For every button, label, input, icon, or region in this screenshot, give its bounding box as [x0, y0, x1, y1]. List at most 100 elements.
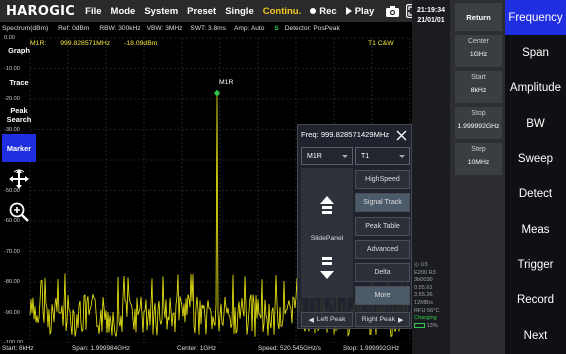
- menu-trigger[interactable]: Trigger: [505, 247, 566, 282]
- trace-button[interactable]: Trace: [2, 70, 36, 94]
- menu-continuous[interactable]: Continu.: [263, 6, 302, 17]
- record-dot-icon: [310, 7, 317, 14]
- marker-diamond[interactable]: [214, 89, 220, 97]
- marker-readout-level: -18.09dBm: [124, 40, 158, 47]
- advanced-button[interactable]: Advanced: [355, 240, 410, 259]
- menu-sweep[interactable]: Sweep: [505, 141, 566, 176]
- close-icon[interactable]: [396, 128, 407, 141]
- frequency-status-bar: Start: 8kHz Span: 1.999984GHz Center: 1G…: [0, 343, 412, 354]
- record-label: Rec: [319, 5, 337, 17]
- status-line: E200 R3: [414, 269, 436, 276]
- return-button[interactable]: Return: [455, 3, 502, 31]
- menu-mode[interactable]: Mode: [111, 6, 136, 17]
- sweep-speed: Speed: 520.545GHz/s: [258, 345, 321, 352]
- peak-search-button[interactable]: Peak Search: [2, 101, 36, 129]
- more-button[interactable]: More: [355, 286, 410, 305]
- clock-time: 21:19:34: [416, 7, 446, 14]
- softkey-title: Start: [471, 74, 486, 81]
- chevron-down-icon: [399, 155, 405, 158]
- trace-badge[interactable]: T1 C&W: [368, 40, 394, 47]
- popup-frequency-title: Freq: 999.828571429MHz: [301, 130, 390, 139]
- right-peak-label: Right Peak: [361, 316, 395, 323]
- y-axis-label: -80.00: [4, 279, 20, 285]
- center-frequency: Center: 1GHz: [177, 345, 217, 352]
- marker-button[interactable]: Marker: [2, 134, 36, 162]
- softkey-title: Stop: [471, 110, 486, 117]
- detector-mode[interactable]: Detector: PosPeak: [285, 25, 340, 32]
- softkey-value: 1.999992GHz: [457, 123, 500, 130]
- arrow-down-icon[interactable]: [319, 257, 335, 279]
- move-icon[interactable]: [2, 166, 36, 192]
- menu-amplitude[interactable]: Amplitude: [505, 70, 566, 105]
- graph-button[interactable]: Graph: [2, 38, 36, 62]
- softkey-stop[interactable]: Stop 1.999992GHz: [455, 107, 502, 139]
- peak-table-button[interactable]: Peak Table: [355, 217, 410, 236]
- status-line: Charging: [414, 315, 437, 322]
- marker-readout-freq: 999.828571MHz: [60, 40, 111, 47]
- status-line: 3b0030: [414, 277, 433, 284]
- softkey-step[interactable]: Step 10MHz: [455, 143, 502, 175]
- chevron-down-icon: [342, 155, 348, 158]
- spectrum-info-row: Spectrum(dBm) Ref: 0dBm RBW: 300kHz VBW:…: [0, 22, 412, 35]
- right-triangle-icon: ▶: [398, 316, 404, 324]
- status-line: RFU 56°C: [414, 307, 440, 314]
- status-line: 12MB/s: [414, 299, 433, 306]
- marker-select-value: M1R: [307, 152, 322, 160]
- menu-detect[interactable]: Detect: [505, 176, 566, 211]
- record-button[interactable]: Rec: [310, 5, 337, 17]
- highspeed-button[interactable]: HighSpeed: [355, 170, 410, 189]
- menu-span[interactable]: Span: [505, 35, 566, 70]
- device-status-info: ◎ U3 E200 R3 3b0030 0.55.61 3.55.26 12MB…: [414, 262, 440, 330]
- softkey-start[interactable]: Start 8kHz: [455, 71, 502, 103]
- marker-select[interactable]: M1R: [301, 147, 353, 165]
- arrow-up-icon[interactable]: [319, 196, 335, 218]
- status-u3: U3: [420, 262, 428, 268]
- trace-select[interactable]: T1: [355, 147, 410, 165]
- stop-frequency: Stop: 1.999992GHz: [343, 345, 400, 352]
- signal-track-button[interactable]: Signal Track: [355, 193, 410, 212]
- menu-next[interactable]: Next: [505, 318, 566, 353]
- softkey-title: Center: [467, 38, 489, 45]
- softkey-value: 8kHz: [470, 87, 487, 94]
- top-menu-bar: HAROGIC File Mode System Preset Single C…: [0, 0, 421, 22]
- left-triangle-icon: ◀: [308, 316, 314, 324]
- status-line: 0.55.61: [414, 284, 433, 291]
- rbw-value[interactable]: RBW: 300kHz: [99, 25, 140, 32]
- left-peak-button[interactable]: ◀ Left Peak: [301, 312, 353, 327]
- menu-single[interactable]: Single: [225, 6, 254, 17]
- battery-icon: [414, 322, 425, 328]
- marker-label: M1R: [219, 79, 234, 86]
- ref-level[interactable]: Ref: 0dBm: [58, 25, 89, 32]
- softkey-value: 10MHz: [467, 159, 490, 166]
- softkey-center[interactable]: Center 1GHz: [455, 35, 502, 67]
- amp-mode[interactable]: Amp: Auto: [234, 25, 264, 32]
- marker-popup-panel: Freq: 999.828571429MHz M1R T1 SlidePanel…: [297, 124, 412, 329]
- trace-select-value: T1: [361, 152, 370, 160]
- span-frequency: Span: 1.999984GHz: [72, 345, 130, 352]
- menu-frequency[interactable]: Frequency: [505, 0, 566, 35]
- sweep-time[interactable]: SWT: 3.8ms: [190, 25, 226, 32]
- menu-meas[interactable]: Meas: [505, 212, 566, 247]
- slide-panel[interactable]: SlidePanel: [301, 168, 353, 298]
- spectrum-unit: Spectrum(dBm): [2, 25, 49, 32]
- vbw-value[interactable]: VBW: 3MHz: [147, 25, 183, 32]
- marker-readout: M1R: 999.828571MHz -18.09dBm: [30, 40, 171, 47]
- battery-percent: 13%: [426, 322, 438, 329]
- softkey-title: Step: [471, 146, 486, 153]
- menu-record[interactable]: Record: [505, 282, 566, 317]
- menu-system[interactable]: System: [144, 6, 178, 17]
- camera-icon[interactable]: [385, 3, 400, 19]
- status-line: 3.55.26: [414, 292, 433, 299]
- menu-preset[interactable]: Preset: [187, 6, 216, 17]
- start-frequency: Start: 8kHz: [2, 345, 34, 352]
- y-axis-label: -90.00: [4, 309, 20, 316]
- zoom-in-icon[interactable]: [2, 199, 36, 225]
- menu-bw[interactable]: BW: [505, 106, 566, 141]
- clock-date: 21/01/01: [417, 17, 445, 24]
- play-button[interactable]: Play: [345, 6, 374, 17]
- menu-file[interactable]: File: [85, 6, 101, 17]
- right-peak-button[interactable]: Right Peak ▶: [355, 312, 410, 327]
- play-icon: [345, 6, 352, 15]
- y-axis-label: -70.00: [4, 248, 20, 255]
- delta-button[interactable]: Delta: [355, 263, 410, 282]
